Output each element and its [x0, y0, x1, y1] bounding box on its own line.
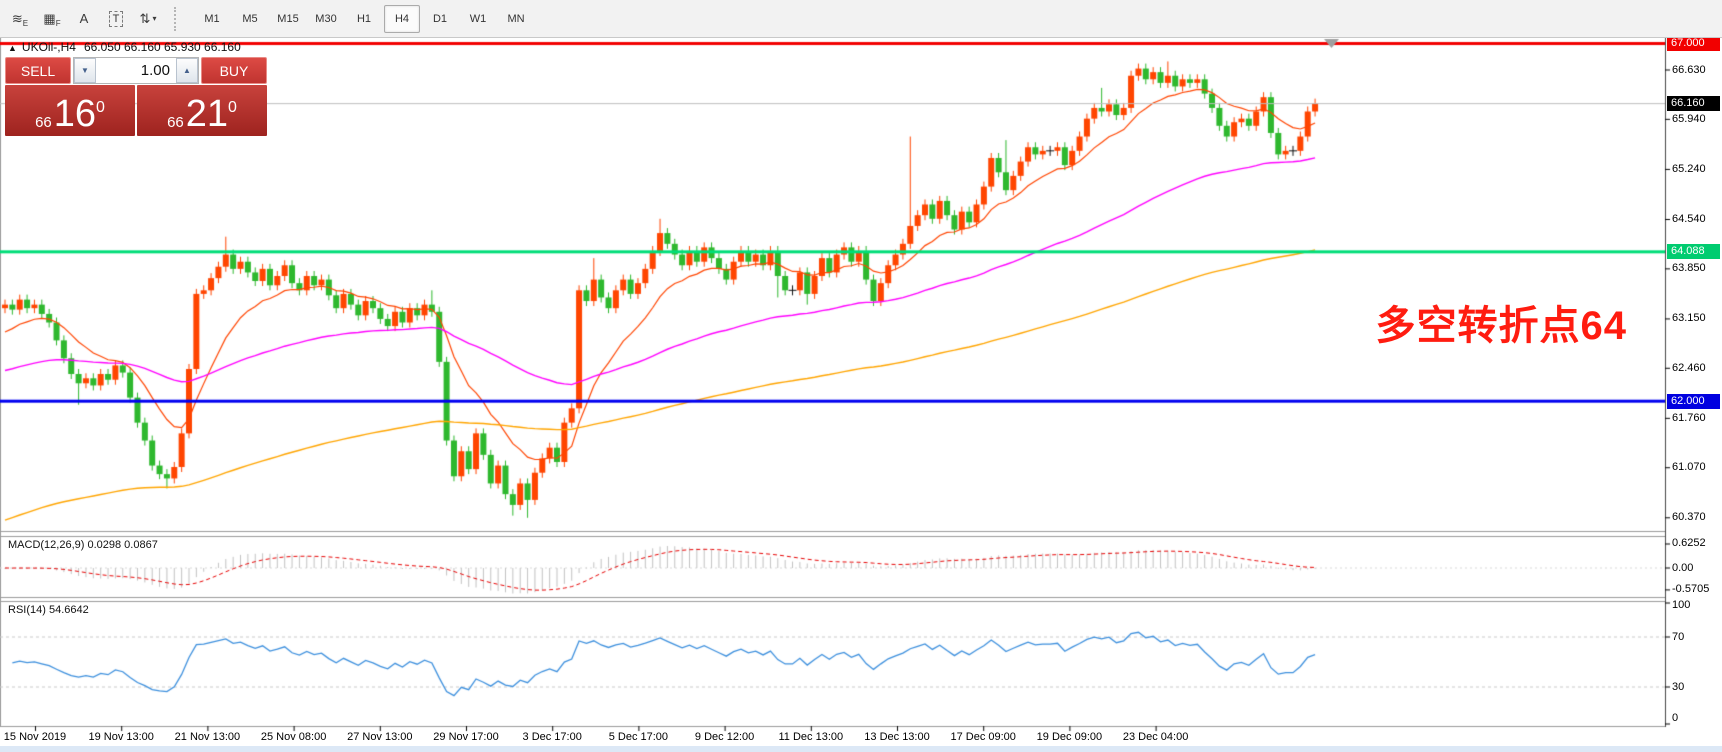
time-tick-label: 9 Dec 12:00: [679, 731, 771, 743]
timeframe-button-h4[interactable]: H4: [384, 5, 420, 33]
rsi-tick-label: 100: [1672, 599, 1720, 612]
icon-subscript: F: [56, 19, 61, 28]
price-tick-label: 63.850: [1672, 262, 1720, 275]
time-tick-label: 15 Nov 2019: [0, 731, 81, 743]
timeframe-button-m5[interactable]: M5: [232, 5, 268, 33]
grid-properties-icon: ▦: [43, 11, 55, 27]
sell-button[interactable]: SELL: [5, 57, 71, 84]
toolbar-grip: [174, 7, 183, 31]
volume-decrease-button[interactable]: ▼: [74, 58, 96, 83]
price-badge: 64.088: [1667, 244, 1720, 259]
price-tick-label: 65.240: [1672, 163, 1720, 176]
timeframe-button-w1[interactable]: W1: [460, 5, 496, 33]
timeframe-button-h1[interactable]: H1: [346, 5, 382, 33]
triangle-up-icon: ▲: [183, 66, 191, 75]
timeframe-button-m15[interactable]: M15: [270, 5, 306, 33]
indicator-list-icon: ≋: [12, 11, 23, 27]
price-tick-label: 61.760: [1672, 412, 1720, 425]
timeframe-group: M1M5M15M30H1H4D1W1MN: [189, 0, 539, 37]
rsi-tick-label: 0: [1672, 712, 1720, 725]
timeframe-button-m1[interactable]: M1: [194, 5, 230, 33]
time-tick-label: 29 Nov 17:00: [420, 731, 512, 743]
time-tick-label: 3 Dec 17:00: [506, 731, 598, 743]
time-tick-label: 17 Dec 09:00: [937, 731, 1029, 743]
ohlc-values: 66.050 66.160 65.930 66.160: [84, 40, 241, 54]
time-tick-label: 21 Nov 13:00: [161, 731, 253, 743]
macd-tick-label: 0.6252: [1672, 537, 1720, 550]
symbol-period-label: UKOil-,H4: [22, 40, 76, 54]
text-label-icon[interactable]: A: [70, 4, 98, 34]
time-tick-label: 27 Nov 13:00: [334, 731, 426, 743]
chevron-down-icon: ▾: [152, 14, 156, 23]
triangle-down-icon: ▼: [81, 66, 89, 75]
indicator-list-icon[interactable]: ≋E: [6, 4, 34, 34]
rsi-tick-label: 70: [1672, 631, 1720, 644]
ask-price-tile[interactable]: 66 21 0: [137, 85, 267, 136]
icon-subscript: E: [23, 19, 28, 28]
chart-annotation-text: 多空转折点64: [1376, 293, 1628, 351]
rsi-tick-label: 30: [1672, 681, 1720, 694]
time-tick-label: 25 Nov 08:00: [248, 731, 340, 743]
toolbar: ≋E▦FAT⇅▾ M1M5M15M30H1H4D1W1MN: [0, 0, 1722, 38]
time-tick-label: 13 Dec 13:00: [851, 731, 943, 743]
timeframe-button-m30[interactable]: M30: [308, 5, 344, 33]
ask-main: 21: [186, 98, 228, 130]
time-tick-label: 19 Dec 09:00: [1023, 731, 1115, 743]
bid-pipette: 0: [96, 100, 105, 116]
price-badge: 66.160: [1667, 96, 1720, 111]
one-click-trading-panel: SELL ▼ ▲ BUY 66 16 0 66 21 0: [5, 57, 267, 136]
text-box-icon: T: [109, 11, 124, 27]
bid-price-tile[interactable]: 66 16 0: [5, 85, 135, 136]
volume-spinner: ▼ ▲: [73, 57, 199, 84]
price-badge: 67.000: [1667, 36, 1720, 51]
price-tick-label: 60.370: [1672, 511, 1720, 524]
status-strip: [0, 746, 1722, 752]
price-tick-label: 66.630: [1672, 64, 1720, 77]
time-tick-label: 11 Dec 13:00: [765, 731, 857, 743]
price-tick-label: 62.460: [1672, 362, 1720, 375]
ask-prefix: 66: [167, 115, 184, 130]
bid-main: 16: [54, 98, 96, 130]
timeframe-button-d1[interactable]: D1: [422, 5, 458, 33]
price-tick-label: 63.150: [1672, 312, 1720, 325]
time-tick-label: 19 Nov 13:00: [75, 731, 167, 743]
price-tick-label: 64.540: [1672, 213, 1720, 226]
chart-title: ▲ UKOil-,H4 66.050 66.160 65.930 66.160: [8, 40, 241, 54]
volume-increase-button[interactable]: ▲: [176, 58, 198, 83]
grid-properties-icon[interactable]: ▦F: [38, 4, 66, 34]
time-tick-label: 23 Dec 04:00: [1110, 731, 1202, 743]
bid-prefix: 66: [35, 115, 52, 130]
text-box-icon[interactable]: T: [102, 4, 130, 34]
macd-tick-label: -0.5705: [1672, 583, 1720, 596]
symbol-marker-icon: ▲: [8, 43, 17, 53]
buy-button[interactable]: BUY: [201, 57, 267, 84]
arrange-objects-icon: ⇅: [140, 11, 151, 27]
price-tick-label: 61.070: [1672, 461, 1720, 474]
text-label-icon: A: [80, 11, 89, 26]
time-tick-label: 5 Dec 17:00: [592, 731, 684, 743]
macd-tick-label: 0.00: [1672, 562, 1720, 575]
ask-pipette: 0: [228, 100, 237, 116]
macd-label: MACD(12,26,9) 0.0298 0.0867: [8, 539, 158, 551]
drawing-tools-group: ≋E▦FAT⇅▾: [0, 0, 168, 37]
timeframe-button-mn[interactable]: MN: [498, 5, 534, 33]
volume-input[interactable]: [96, 58, 176, 83]
rsi-label: RSI(14) 54.6642: [8, 604, 89, 616]
price-badge: 62.000: [1667, 394, 1720, 409]
arrange-objects-icon[interactable]: ⇅▾: [134, 4, 162, 34]
price-tick-label: 65.940: [1672, 113, 1720, 126]
